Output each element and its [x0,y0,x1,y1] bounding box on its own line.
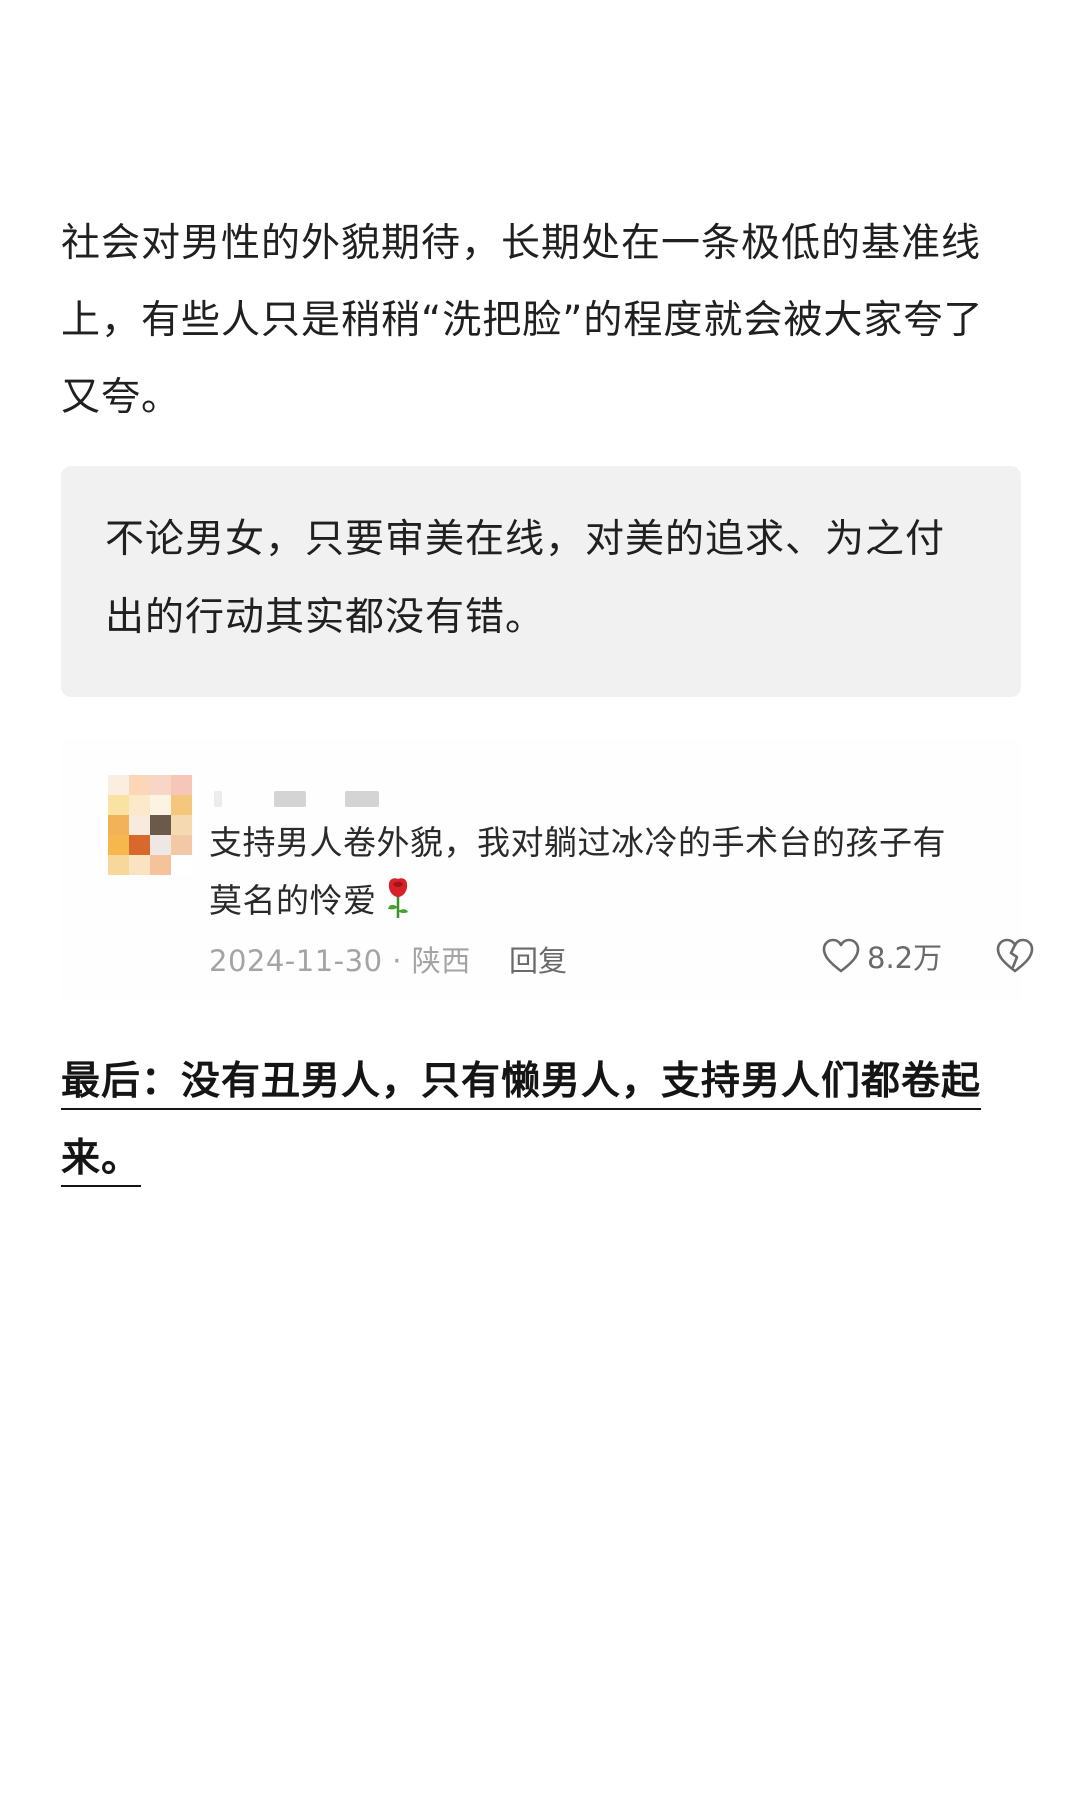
rose-icon [387,878,408,918]
comment-body: 支持男人卷外貌，我对躺过冰冷的手术台的孩子有莫名的怜爱 [209,823,946,920]
like-button[interactable]: 8.2万 [821,934,942,978]
avatar [108,775,192,875]
comment-meta: 2024-11-30 · 陕西 回复 8.2万 [209,934,1034,980]
broken-heart-icon[interactable] [995,937,1035,975]
username-blurred [274,791,306,807]
comment-date-location: 2024-11-30 · 陕西 [209,944,471,978]
username-blurred [214,791,222,807]
comment-screenshot: 支持男人卷外貌，我对躺过冰冷的手术台的孩子有莫名的怜爱 2024-11-30 ·… [61,739,1034,1001]
like-count: 8.2万 [867,941,943,975]
quote-block: 不论男女，只要审美在线，对美的追求、为之付出的行动其实都没有错。 [61,466,1021,697]
closing-statement: 最后：没有丑男人，只有懒男人，支持男人们都卷起来。 [61,1043,1021,1197]
heart-icon [822,938,860,973]
reply-button[interactable]: 回复 [509,938,567,980]
article-body: 社会对男性的外貌期待，长期处在一条极低的基准线上，有些人只是稍稍“洗把脸”的程度… [61,205,1034,1197]
username-blurred [345,791,379,807]
comment-text: 支持男人卷外貌，我对躺过冰冷的手术台的孩子有莫名的怜爱 [209,814,969,930]
quote-text: 不论男女，只要审美在线，对美的追求、为之付出的行动其实都没有错。 [105,517,946,640]
article-paragraph: 社会对男性的外貌期待，长期处在一条极低的基准线上，有些人只是稍稍“洗把脸”的程度… [61,221,984,420]
closing-text: 最后：没有丑男人，只有懒男人，支持男人们都卷起来。 [61,1059,982,1181]
